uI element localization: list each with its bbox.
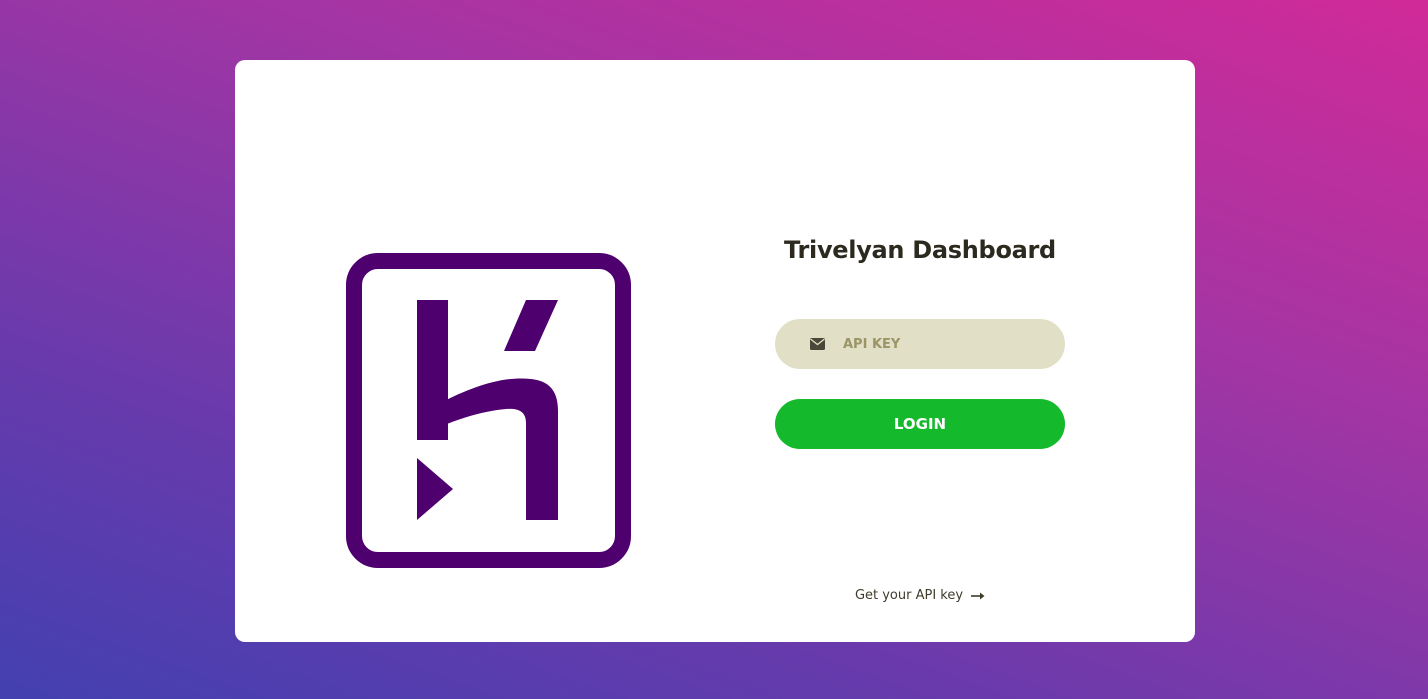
get-api-key-label: Get your API key	[854, 588, 964, 603]
envelope-icon	[810, 338, 825, 350]
login-button[interactable]: LOGIN	[775, 399, 1065, 449]
api-key-field[interactable]	[775, 319, 1065, 369]
heroku-logo-icon	[346, 253, 631, 568]
login-card: Trivelyan Dashboard LOGIN Get your API k…	[235, 60, 1195, 642]
page-title: Trivelyan Dashboard	[784, 236, 1056, 264]
get-api-key-link[interactable]: Get your API key	[775, 588, 1065, 603]
arrow-right-icon	[971, 592, 985, 600]
login-form: Trivelyan Dashboard LOGIN Get your API k…	[775, 230, 1065, 603]
api-key-input[interactable]	[843, 336, 1043, 352]
